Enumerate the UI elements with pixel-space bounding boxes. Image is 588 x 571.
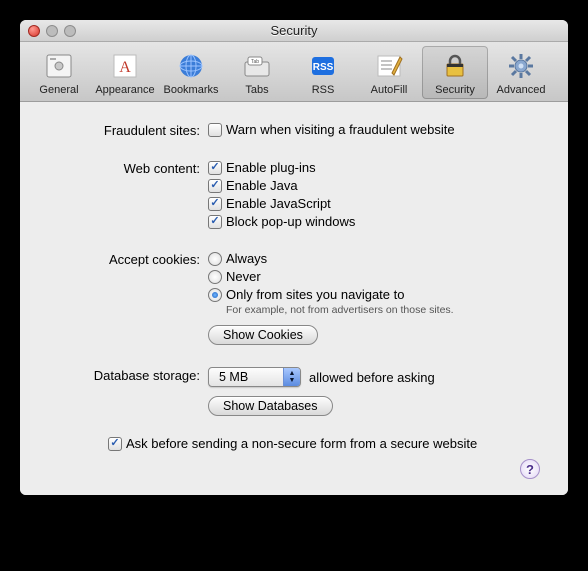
web-content-label: Web content: xyxy=(48,160,208,176)
security-icon xyxy=(439,50,471,82)
content-area: Fraudulent sites: Warn when visiting a f… xyxy=(20,102,568,495)
tab-label: Security xyxy=(422,84,488,96)
database-storage-label: Database storage: xyxy=(48,367,208,383)
checkbox-label: Enable plug-ins xyxy=(226,160,316,175)
warn-fraud-checkbox-row[interactable]: Warn when visiting a fraudulent website xyxy=(208,122,540,137)
tab-label: General xyxy=(26,84,92,96)
tab-label: Advanced xyxy=(488,84,554,96)
tab-security[interactable]: Security xyxy=(422,46,488,99)
autofill-icon xyxy=(373,50,405,82)
web-content-row: Web content: Enable plug-ins Enable Java… xyxy=(48,160,540,229)
tab-bookmarks[interactable]: Bookmarks xyxy=(158,46,224,99)
checkbox-icon xyxy=(208,197,222,211)
block-popups-checkbox[interactable]: Block pop-up windows xyxy=(208,214,540,229)
radio-label: Only from sites you navigate to xyxy=(226,287,404,302)
help-button[interactable]: ? xyxy=(520,459,540,479)
tab-appearance[interactable]: A Appearance xyxy=(92,46,158,99)
tab-label: RSS xyxy=(290,84,356,96)
checkbox-icon xyxy=(208,215,222,229)
checkbox-label: Block pop-up windows xyxy=(226,214,355,229)
checkbox-icon xyxy=(208,161,222,175)
fraudulent-sites-label: Fraudulent sites: xyxy=(48,122,208,138)
tab-autofill[interactable]: AutoFill xyxy=(356,46,422,99)
checkbox-icon xyxy=(208,179,222,193)
database-storage-row: Database storage: 5 MB ▲▼ allowed before… xyxy=(48,367,540,416)
checkbox-icon xyxy=(108,437,122,451)
cookies-only-radio[interactable]: Only from sites you navigate to xyxy=(208,287,540,302)
cookies-never-radio[interactable]: Never xyxy=(208,269,540,284)
popup-value: 5 MB xyxy=(209,370,283,384)
checkbox-label: Warn when visiting a fraudulent website xyxy=(226,122,455,137)
minimize-button[interactable] xyxy=(46,25,58,37)
appearance-icon: A xyxy=(109,50,141,82)
radio-icon xyxy=(208,252,222,266)
preferences-window: Security General A Appearance Bookmarks … xyxy=(20,20,568,495)
popup-arrows-icon: ▲▼ xyxy=(283,368,300,386)
tab-advanced[interactable]: Advanced xyxy=(488,46,554,99)
database-suffix: allowed before asking xyxy=(309,370,435,385)
checkbox-label: Ask before sending a non-secure form fro… xyxy=(126,436,477,451)
checkbox-icon xyxy=(208,123,222,137)
tab-general[interactable]: General xyxy=(26,46,92,99)
accept-cookies-row: Accept cookies: Always Never Only from s… xyxy=(48,251,540,345)
window-controls xyxy=(28,25,76,37)
accept-cookies-label: Accept cookies: xyxy=(48,251,208,267)
svg-text:RSS: RSS xyxy=(313,62,334,73)
enable-javascript-checkbox[interactable]: Enable JavaScript xyxy=(208,196,540,211)
radio-icon xyxy=(208,288,222,302)
enable-java-checkbox[interactable]: Enable Java xyxy=(208,178,540,193)
tabs-icon: Tab xyxy=(241,50,273,82)
fraudulent-sites-row: Fraudulent sites: Warn when visiting a f… xyxy=(48,122,540,138)
bookmarks-icon xyxy=(175,50,207,82)
toolbar: General A Appearance Bookmarks Tab Tabs … xyxy=(20,42,568,102)
tab-label: Appearance xyxy=(92,84,158,96)
zoom-button[interactable] xyxy=(64,25,76,37)
tab-label: Tabs xyxy=(224,84,290,96)
titlebar: Security xyxy=(20,20,568,42)
close-button[interactable] xyxy=(28,25,40,37)
enable-plugins-checkbox[interactable]: Enable plug-ins xyxy=(208,160,540,175)
radio-label: Never xyxy=(226,269,261,284)
svg-text:A: A xyxy=(119,59,131,76)
tab-label: Bookmarks xyxy=(158,84,224,96)
rss-icon: RSS xyxy=(307,50,339,82)
radio-label: Always xyxy=(226,251,267,266)
checkbox-label: Enable Java xyxy=(226,178,298,193)
tab-rss[interactable]: RSS RSS xyxy=(290,46,356,99)
tab-label: AutoFill xyxy=(356,84,422,96)
cookies-always-radio[interactable]: Always xyxy=(208,251,540,266)
cookies-hint: For example, not from advertisers on tho… xyxy=(226,304,540,316)
window-title: Security xyxy=(20,23,568,38)
show-cookies-button[interactable]: Show Cookies xyxy=(208,325,318,345)
database-size-popup[interactable]: 5 MB ▲▼ xyxy=(208,367,301,387)
radio-icon xyxy=(208,270,222,284)
checkbox-label: Enable JavaScript xyxy=(226,196,331,211)
advanced-icon xyxy=(505,50,537,82)
svg-text:Tab: Tab xyxy=(251,59,259,65)
tab-tabs[interactable]: Tab Tabs xyxy=(224,46,290,99)
general-icon xyxy=(43,50,75,82)
show-databases-button[interactable]: Show Databases xyxy=(208,396,333,416)
nonsecure-form-checkbox[interactable]: Ask before sending a non-secure form fro… xyxy=(108,436,540,451)
